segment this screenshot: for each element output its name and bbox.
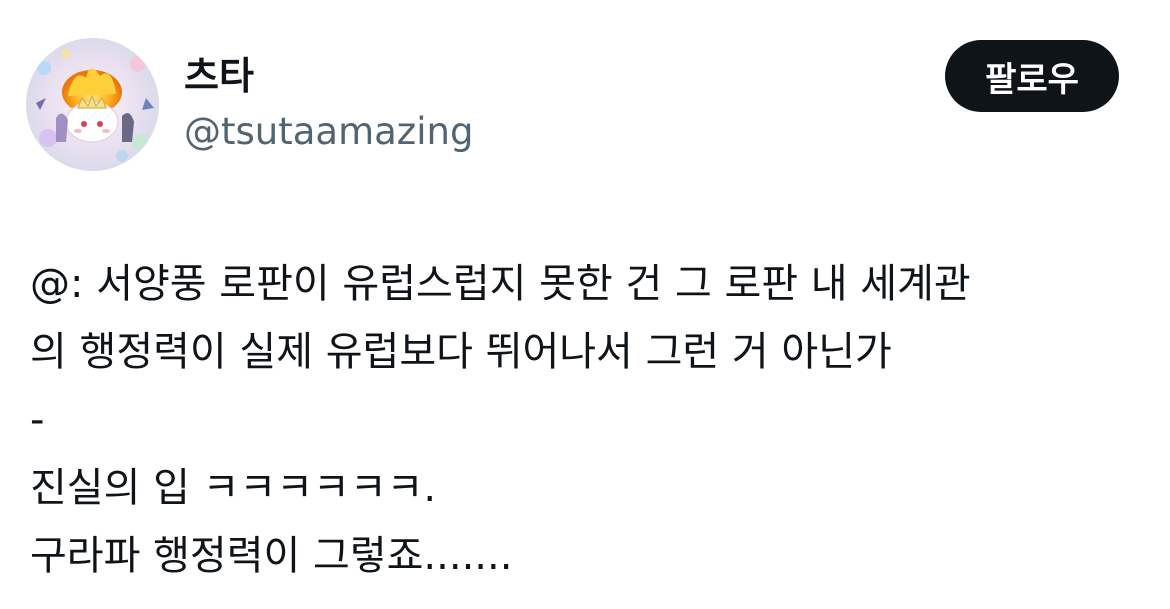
tweet-text-line: 의 행정력이 실제 유럽보다 뛰어나서 그런 거 아닌가 [30,329,892,375]
tweet-card: 츠타 @tsutaamazing 팔로우 @: 서양풍 로판이 유럽스럽지 못한… [0,0,1170,609]
tweet-text-line: 구라파 행정력이 그렇죠....... [30,533,513,579]
tweet-text: @: 서양풍 로판이 유럽스럽지 못한 건 그 로판 내 세계관 의 행정력이 … [30,250,1140,590]
author-avatar[interactable] [26,38,159,171]
follow-button[interactable]: 팔로우 [945,40,1119,112]
tweet-text-line: 진실의 입 ㅋㅋㅋㅋㅋㅋ. [30,465,437,511]
author-display-name[interactable]: 츠타 [184,52,254,100]
avatar-illustration-icon [26,38,159,171]
tweet-text-line: - [30,397,45,443]
tweet-text-line: @: 서양풍 로판이 유럽스럽지 못한 건 그 로판 내 세계관 [30,261,971,307]
author-handle[interactable]: @tsutaamazing [184,108,473,156]
